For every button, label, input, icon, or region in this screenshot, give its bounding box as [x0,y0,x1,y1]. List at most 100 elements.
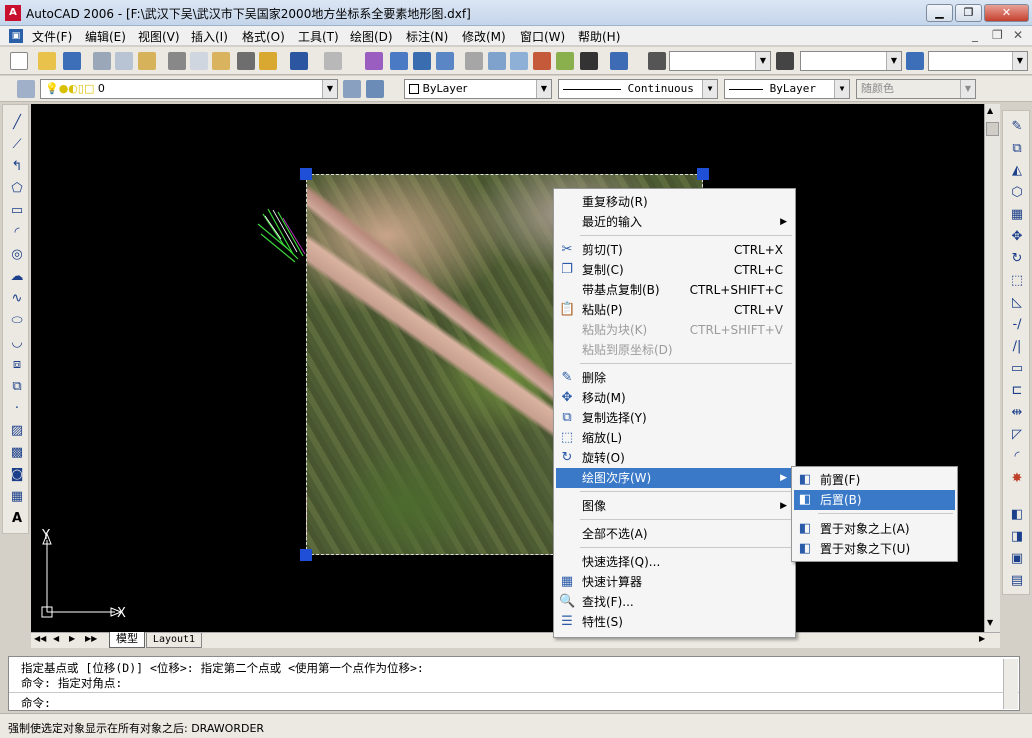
open-icon[interactable] [38,52,56,70]
context-menu-item[interactable]: 📋 粘贴(P) CTRL+V [556,300,793,320]
document-icon[interactable]: ▣ [9,29,23,43]
offset-icon[interactable]: ⬡ [1009,185,1025,201]
close-button[interactable]: ✕ [984,4,1029,22]
arc-icon[interactable]: ◜ [9,225,25,241]
extend-icon[interactable]: ∕| [1009,339,1025,355]
menu-insert[interactable]: 插入(I) [191,28,228,45]
tab-model[interactable]: 模型 [109,632,145,648]
revision-cloud-icon[interactable]: ☁ [9,269,25,285]
lineweight-select[interactable]: ByLayer ▼ [724,79,850,99]
table-icon[interactable]: ▦ [9,489,25,505]
region-icon[interactable]: ◙ [9,467,25,483]
context-menu-item[interactable]: 全部不选(A) [556,524,793,544]
dim-style-icon[interactable] [776,52,794,70]
polyline-icon[interactable]: ↰ [9,159,25,175]
last-tab-icon[interactable]: ▶▶ [85,634,97,643]
ellipse-arc-icon[interactable]: ◡ [9,335,25,351]
context-menu-item[interactable]: ✥ 移动(M) [556,388,793,408]
draworder-menu-item[interactable]: ◧ 前置(F) [794,470,955,490]
table-style-icon[interactable] [906,52,924,70]
context-menu-item[interactable]: 快速选择(Q)... [556,552,793,572]
bring-above-icon[interactable]: ▣ [1009,551,1025,567]
join-icon[interactable]: ⇹ [1009,405,1025,421]
context-menu-item[interactable]: 🔍 查找(F)... [556,592,793,612]
menu-edit[interactable]: 编辑(E) [85,28,126,45]
context-menu-item[interactable]: ✎ 删除 [556,368,793,388]
construction-line-icon[interactable]: ⟋ [9,137,25,153]
vertical-scrollbar[interactable]: ▲ ▼ [984,104,1000,632]
grip-top-left[interactable] [300,168,312,180]
menu-modify[interactable]: 修改(M) [462,28,506,45]
context-menu-item[interactable]: 绘图次序(W) ▶ [556,468,793,488]
table-style-select[interactable]: ▼ [928,51,1028,71]
send-to-back-icon[interactable]: ◨ [1009,529,1025,545]
line-icon[interactable]: ╱ [9,115,25,131]
markup-icon[interactable] [556,52,574,70]
context-menu-item[interactable]: 带基点复制(B) CTRL+SHIFT+C [556,280,793,300]
doc-minimize-button[interactable]: _ [972,28,978,42]
point-icon[interactable]: · [9,401,25,417]
scroll-thumb[interactable] [986,122,999,136]
context-menu-item[interactable]: ⬚ 缩放(L) [556,428,793,448]
copy-icon[interactable] [190,52,208,70]
hatch-icon[interactable]: ▨ [9,423,25,439]
text-style-select[interactable]: ▼ [669,51,771,71]
pan-icon[interactable] [365,52,383,70]
context-menu-item[interactable]: 重复移动(R) [556,192,793,212]
spline-icon[interactable]: ∿ [9,291,25,307]
menu-draw[interactable]: 绘图(D) [350,28,393,45]
context-menu-item[interactable]: 图像 ▶ [556,496,793,516]
draworder-menu-item[interactable]: ◧ 后置(B) [794,490,955,510]
scroll-up-icon[interactable]: ▲ [987,106,993,115]
zoom-window-icon[interactable] [413,52,431,70]
zoom-previous-icon[interactable] [436,52,454,70]
next-tab-icon[interactable]: ▶ [69,634,75,643]
context-menu-item[interactable]: ↻ 旋转(O) [556,448,793,468]
ellipse-icon[interactable]: ⬭ [9,313,25,329]
make-block-icon[interactable]: ⧉ [9,379,25,395]
context-menu-item[interactable]: ☰ 特性(S) [556,612,793,632]
prev-tab-icon[interactable]: ◀ [53,634,59,643]
rectangle-icon[interactable]: ▭ [9,203,25,219]
plotstyle-select[interactable]: 随颜色 ▼ [856,79,976,99]
make-current-layer-icon[interactable] [343,80,361,98]
menu-view[interactable]: 视图(V) [138,28,180,45]
rotate-icon[interactable]: ↻ [1009,251,1025,267]
scroll-right-icon[interactable]: ▶ [979,634,985,643]
grip-bottom-left[interactable] [300,549,312,561]
block-editor-icon[interactable] [259,52,277,70]
grip-top-right[interactable] [697,168,709,180]
doc-close-button[interactable]: ✕ [1013,28,1023,42]
design-center-icon[interactable] [488,52,506,70]
chamfer-icon[interactable]: ◸ [1009,427,1025,443]
fillet-icon[interactable]: ◜ [1009,449,1025,465]
polygon-icon[interactable]: ⬠ [9,181,25,197]
insert-block-icon[interactable]: ⧈ [9,357,25,373]
move-icon[interactable]: ✥ [1009,229,1025,245]
tab-layout1[interactable]: Layout1 [146,633,202,648]
redo-icon[interactable] [324,52,342,70]
layer-select[interactable]: 💡●◐▯□ 0 ▼ [40,79,338,99]
cut-icon[interactable] [168,52,186,70]
mirror-icon[interactable]: ◭ [1009,163,1025,179]
context-menu-item[interactable]: 最近的输入 ▶ [556,212,793,232]
send-under-icon[interactable]: ▤ [1009,573,1025,589]
command-input[interactable] [69,694,999,710]
menu-file[interactable]: 文件(F) [32,28,72,45]
bring-to-front-icon[interactable]: ◧ [1009,507,1025,523]
first-tab-icon[interactable]: ◀◀ [34,634,46,643]
new-icon[interactable] [10,52,28,70]
menu-tools[interactable]: 工具(T) [298,28,339,45]
scroll-down-icon[interactable]: ▼ [987,618,993,627]
sheet-set-icon[interactable] [533,52,551,70]
stretch-icon[interactable]: ◺ [1009,295,1025,311]
help-icon[interactable] [610,52,628,70]
multiline-text-icon[interactable]: A [9,511,25,527]
publish-icon[interactable] [138,52,156,70]
doc-restore-button[interactable]: ❐ [992,28,1003,42]
draworder-menu-item[interactable]: ◧ 置于对象之下(U) [794,539,955,559]
minimize-button[interactable]: ▁ [926,4,953,22]
calculator-icon[interactable] [580,52,598,70]
context-menu-item[interactable]: ▦ 快速计算器 [556,572,793,592]
print-icon[interactable] [93,52,111,70]
